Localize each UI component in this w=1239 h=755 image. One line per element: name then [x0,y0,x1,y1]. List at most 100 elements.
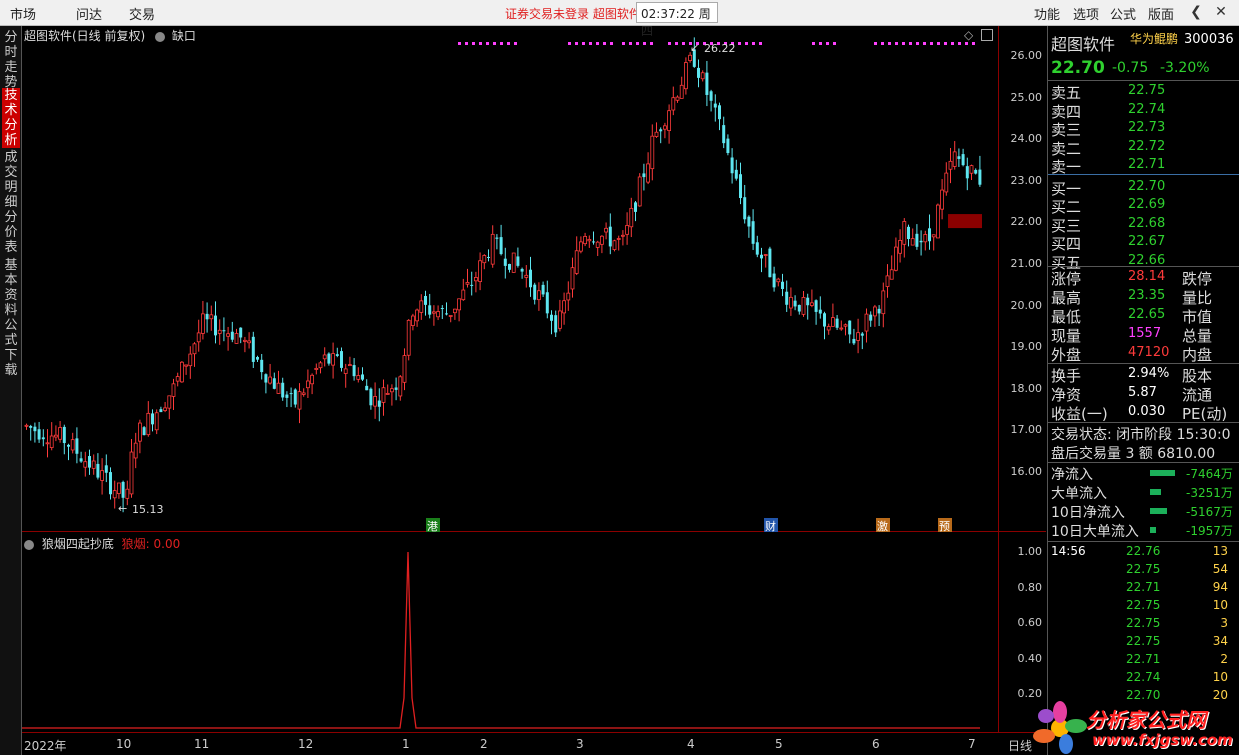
candle[interactable] [264,373,268,394]
candle[interactable] [133,432,138,469]
candle[interactable] [151,409,154,432]
candle[interactable] [801,290,806,317]
event-mark[interactable]: 激 [877,519,888,532]
candle[interactable] [402,348,407,391]
candle[interactable] [772,266,776,292]
candle[interactable] [579,236,583,254]
orderbook-price[interactable]: 22.75 [1128,83,1165,102]
candle[interactable] [470,271,474,296]
candle[interactable] [45,429,50,458]
candle[interactable] [361,367,364,381]
candle[interactable] [445,302,448,316]
candle[interactable] [457,298,462,322]
candle[interactable] [146,401,151,437]
candle[interactable] [902,218,907,258]
menu-options[interactable]: 选项 [1073,4,1099,23]
candle[interactable] [230,321,234,343]
candle[interactable] [768,246,772,278]
candle[interactable] [574,236,579,276]
candle[interactable] [616,235,621,251]
candle[interactable] [163,402,168,413]
candle[interactable] [860,332,864,350]
candle[interactable] [907,224,910,247]
menu-market[interactable]: 市场 [10,4,36,23]
candle[interactable] [314,363,319,375]
candle[interactable] [587,235,592,248]
candle[interactable] [461,278,466,301]
tab-trade-details[interactable]: 成交明细 [2,150,20,210]
candle[interactable] [54,425,58,442]
candle[interactable] [503,247,507,279]
candle[interactable] [88,449,91,475]
candle[interactable] [877,305,881,326]
candle[interactable] [667,104,671,144]
candle[interactable] [499,224,503,256]
candle[interactable] [881,282,886,328]
candle[interactable] [537,282,541,311]
menu-function[interactable]: 功能 [1034,4,1060,23]
candle[interactable] [79,451,83,463]
candle[interactable] [910,228,915,246]
candle[interactable] [550,310,553,335]
candle[interactable] [67,443,70,461]
tab-fundamentals[interactable]: 基本资料 [2,258,20,318]
candle[interactable] [214,301,217,344]
indicator-canvas[interactable] [22,533,998,732]
candle[interactable] [625,212,629,245]
candle[interactable] [642,163,646,191]
candle[interactable] [242,336,247,353]
candle[interactable] [541,281,545,297]
candle[interactable] [473,271,478,293]
candle[interactable] [700,70,705,82]
candle[interactable] [209,305,214,331]
candle[interactable] [545,280,549,319]
candle[interactable] [448,315,453,323]
candle[interactable] [419,294,424,320]
candle[interactable] [763,254,768,268]
event-mark[interactable]: 港 [427,520,438,532]
candle[interactable] [814,299,818,325]
candle[interactable] [369,387,373,410]
candle[interactable] [856,318,860,354]
candle[interactable] [58,421,62,443]
candle[interactable] [49,422,54,451]
candle[interactable] [112,480,117,509]
candle[interactable] [948,147,953,184]
candle[interactable] [276,370,281,394]
menu-trade[interactable]: 交易 [129,4,155,23]
candle[interactable] [843,323,848,336]
candle[interactable] [260,353,264,380]
candle[interactable] [365,379,369,391]
maximize-icon[interactable] [981,29,993,41]
candle[interactable] [192,342,197,367]
candle[interactable] [297,383,302,424]
candle[interactable] [751,209,755,250]
candle[interactable] [239,327,243,344]
candle[interactable] [394,377,398,401]
candle[interactable] [217,319,222,345]
candle[interactable] [679,76,684,99]
candle[interactable] [646,152,650,185]
concept-tag[interactable]: 华为鲲鹏 [1130,30,1178,49]
candle[interactable] [810,289,814,308]
candle[interactable] [659,127,663,144]
candle[interactable] [785,280,789,312]
candle[interactable] [978,155,982,187]
indicator-chart[interactable] [22,533,998,732]
candle[interactable] [592,231,595,245]
candle[interactable] [743,184,747,224]
candle[interactable] [684,57,688,95]
candle[interactable] [747,215,751,238]
candle[interactable] [410,313,415,331]
candle[interactable] [936,203,940,239]
candle[interactable] [293,388,297,408]
period-selector[interactable]: 日线 [1008,737,1032,754]
candle[interactable] [612,239,617,252]
candle[interactable] [675,95,680,103]
candle[interactable] [406,319,411,361]
candle[interactable] [234,328,239,344]
kline-canvas[interactable]: ↙ 26.22 ← 15.13 港 财 激 预 [22,26,998,532]
orderbook-price[interactable]: 22.69 [1128,197,1165,216]
candle[interactable] [33,422,37,443]
back-arrow-icon[interactable]: ❮ [1186,2,1206,22]
